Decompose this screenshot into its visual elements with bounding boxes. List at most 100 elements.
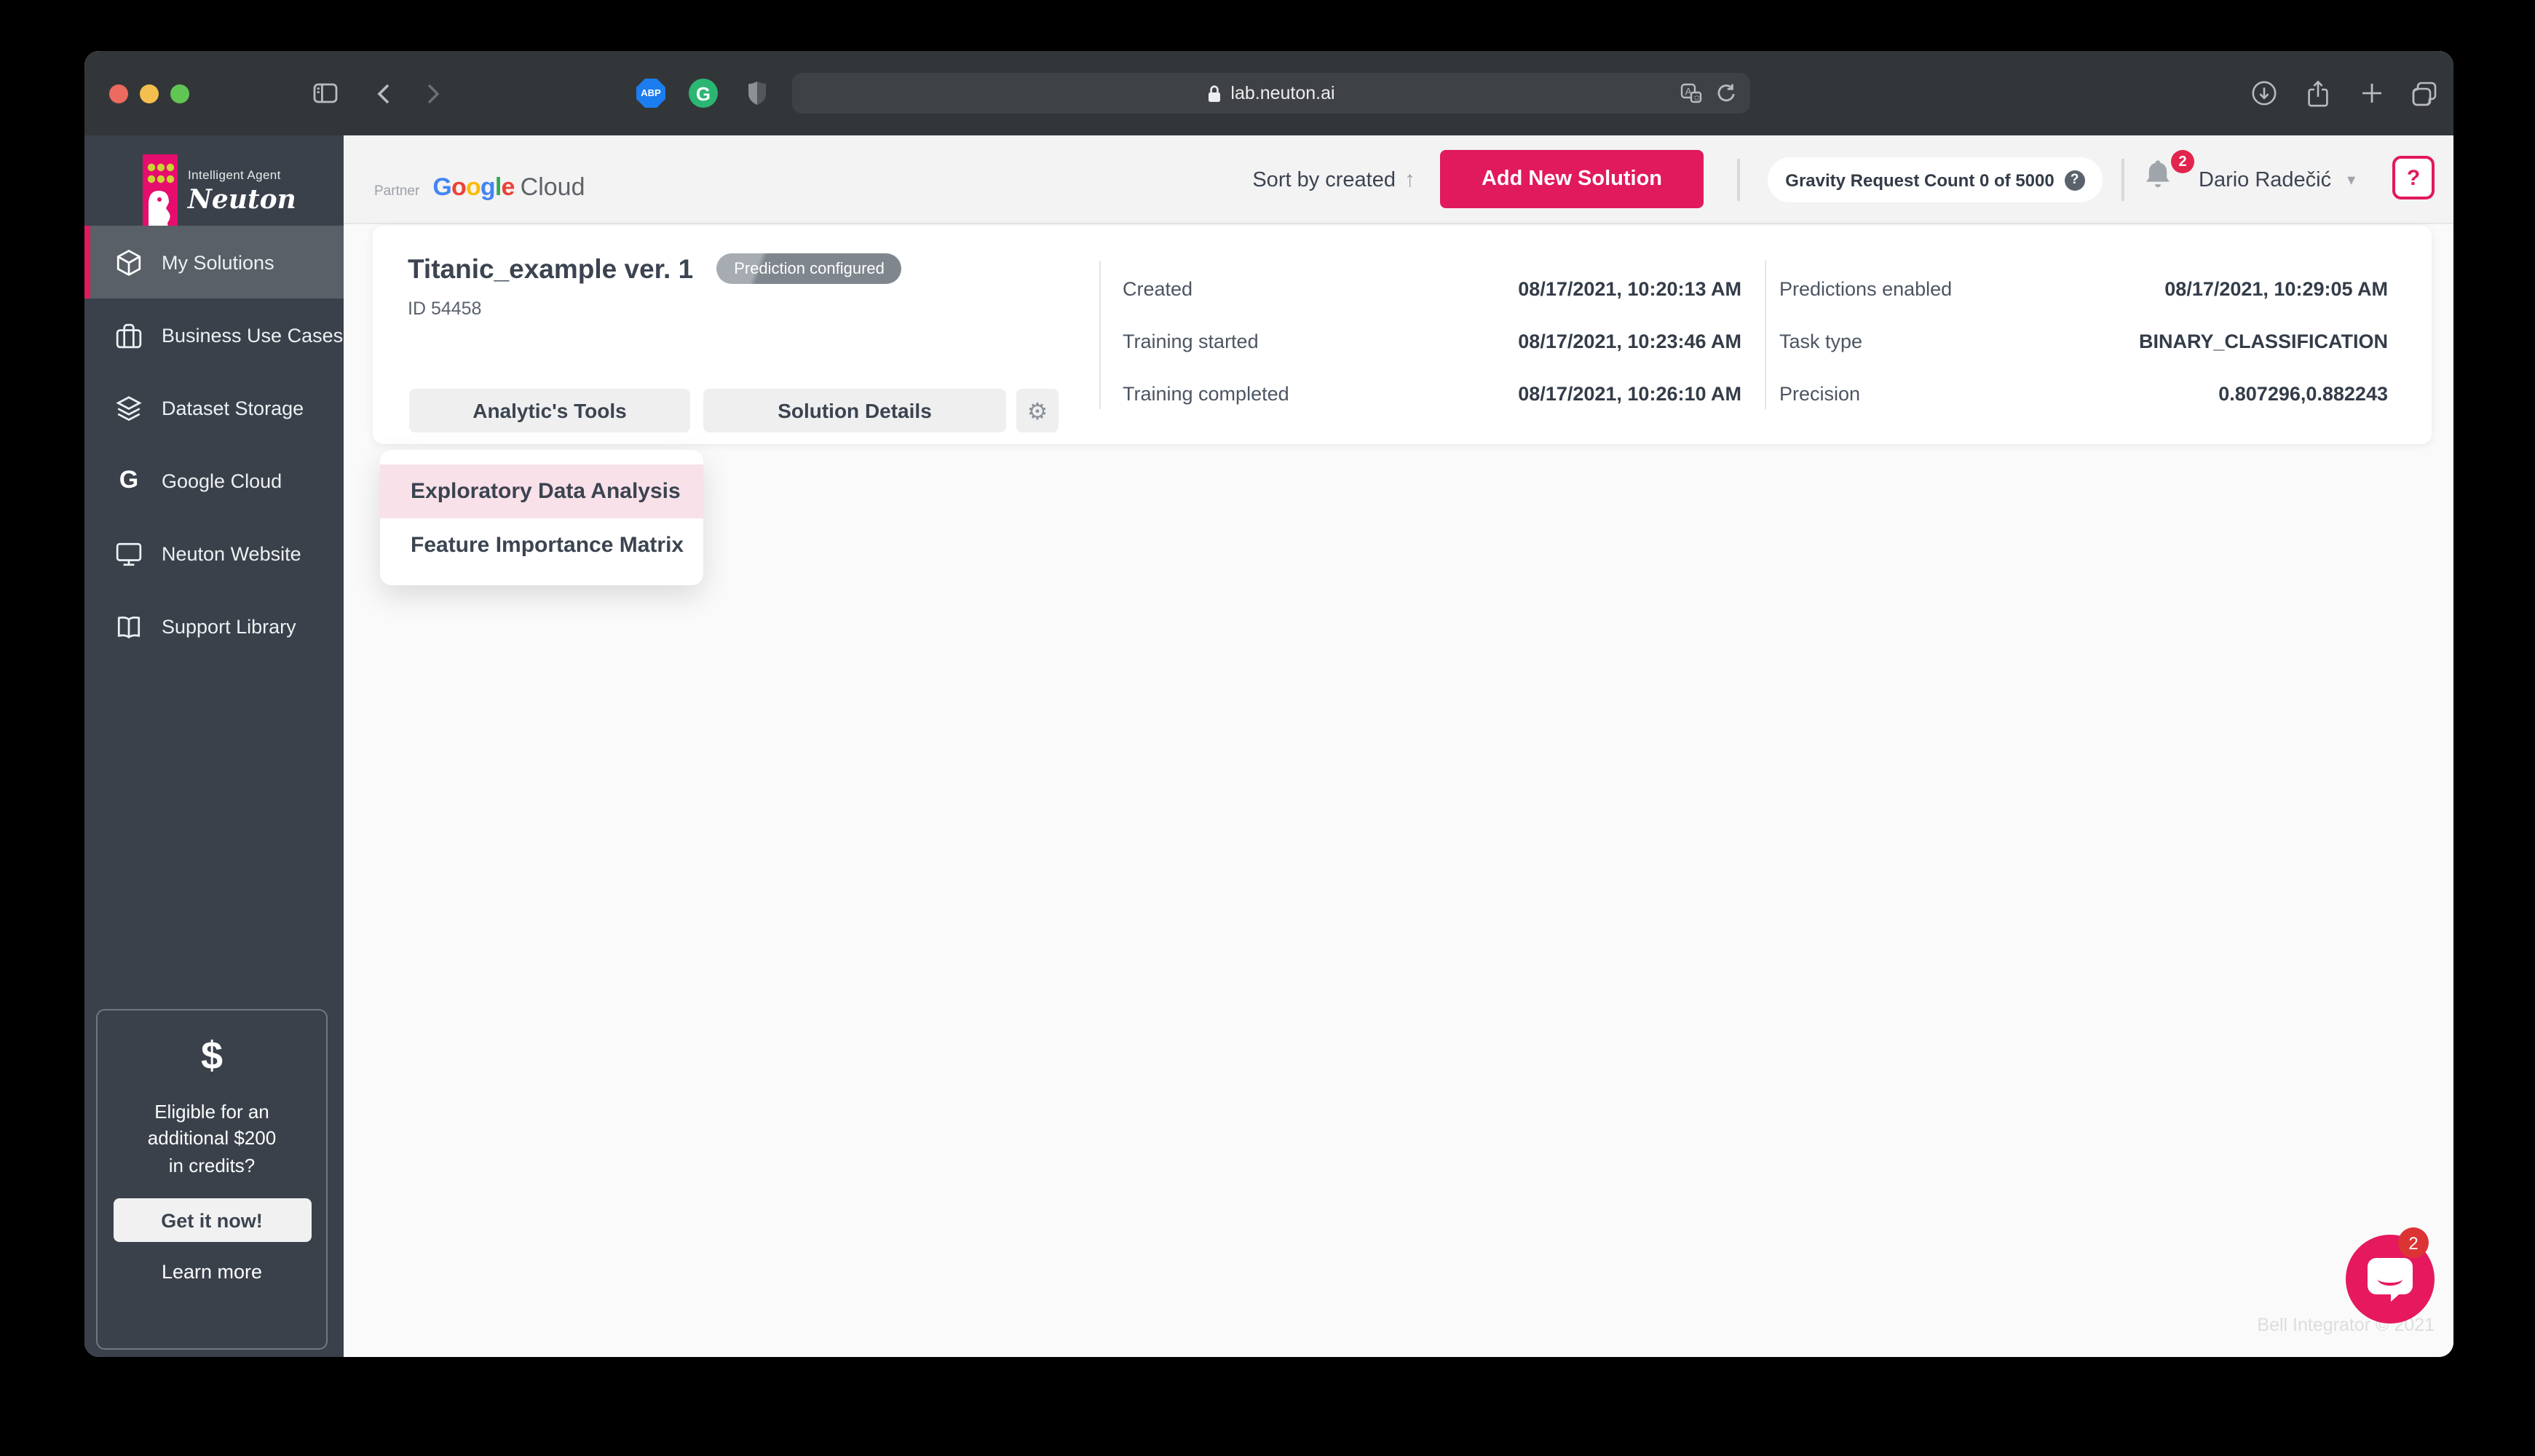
- sidebar-nav: My Solutions Business Use Cases Dataset …: [84, 226, 344, 662]
- menu-item-exploratory-data-analysis[interactable]: Exploratory Data Analysis: [380, 464, 703, 518]
- sidebar-item-label: Google Cloud: [162, 470, 282, 491]
- logo-brand: Neuton: [188, 185, 296, 215]
- address-bar[interactable]: lab.neuton.ai A✩: [792, 73, 1750, 114]
- info-row: Predictions enabled 08/17/2021, 10:29:05…: [1779, 274, 2388, 304]
- chat-smile-icon: [2378, 1273, 2402, 1286]
- card-divider: [1099, 260, 1101, 408]
- sidebar-item-label: Support Library: [162, 615, 296, 637]
- sidebar-item-my-solutions[interactable]: My Solutions: [84, 226, 344, 298]
- lock-icon: [1207, 84, 1222, 103]
- credits-promo-panel: $ Eligible for an additional $200 in cre…: [96, 1009, 328, 1350]
- info-value: 08/17/2021, 10:29:05 AM: [2164, 278, 2388, 300]
- partner-google-cloud-logo: Partner GoogleCloud: [374, 173, 585, 202]
- neuton-logo[interactable]: Intelligent Agent Neuton: [143, 154, 296, 233]
- sidebar-item-label: Neuton Website: [162, 542, 301, 564]
- sort-ascending-icon: ↑: [1404, 167, 1415, 192]
- solution-title: Titanic_example ver. 1: [408, 253, 693, 285]
- gravity-count-label: Gravity Request Count 0 of 5000: [1785, 170, 2054, 190]
- info-row: Created 08/17/2021, 10:20:13 AM: [1123, 274, 1741, 304]
- solution-card: Titanic_example ver. 1 Prediction config…: [373, 225, 2432, 443]
- info-row: Training completed 08/17/2021, 10:26:10 …: [1123, 379, 1741, 408]
- info-label: Precision: [1779, 383, 1860, 405]
- bell-icon: [2142, 157, 2174, 192]
- url-text: lab.neuton.ai: [1230, 83, 1334, 103]
- downloads-icon[interactable]: [2251, 51, 2277, 135]
- info-label: Predictions enabled: [1779, 278, 1952, 300]
- desktop-background: ABP G lab.neuton.ai A✩: [0, 0, 2535, 1456]
- close-window-button[interactable]: [109, 84, 128, 103]
- browser-titlebar: ABP G lab.neuton.ai A✩: [84, 51, 2453, 135]
- info-row: Training started 08/17/2021, 10:23:46 AM: [1123, 327, 1741, 356]
- sidebar: Intelligent Agent Neuton My Solutions: [84, 135, 344, 1357]
- analytics-tools-button[interactable]: Analytic's Tools: [409, 388, 690, 432]
- info-label: Training completed: [1123, 383, 1289, 405]
- header-divider: [1737, 159, 1739, 201]
- neuton-logo-icon: [143, 154, 178, 233]
- info-row: Task type BINARY_CLASSIFICATION: [1779, 327, 2388, 356]
- google-g-icon: G: [115, 467, 143, 494]
- info-label: Created: [1123, 278, 1193, 300]
- sidebar-item-dataset-storage[interactable]: Dataset Storage: [84, 371, 344, 444]
- chat-bubble-tail: [2391, 1290, 2404, 1302]
- add-new-solution-button[interactable]: Add New Solution: [1440, 150, 1704, 208]
- sidebar-item-google-cloud[interactable]: G Google Cloud: [84, 444, 344, 517]
- back-button[interactable]: [371, 51, 395, 135]
- dollar-icon: $: [98, 1034, 326, 1079]
- google-cloud-wordmark: GoogleCloud: [432, 173, 585, 202]
- maximize-window-button[interactable]: [170, 84, 189, 103]
- sort-by-created[interactable]: Sort by created ↑: [1217, 135, 1415, 224]
- analytics-tools-dropdown: Exploratory Data Analysis Feature Import…: [380, 450, 703, 585]
- sidebar-item-label: Business Use Cases: [162, 324, 343, 346]
- chevron-down-icon: ▾: [2347, 170, 2355, 189]
- info-value: 08/17/2021, 10:20:13 AM: [1518, 278, 1741, 300]
- info-row: Precision 0.807296,0.882243: [1779, 379, 2388, 408]
- cube-icon: [115, 248, 143, 276]
- gravity-help-icon[interactable]: ?: [2065, 170, 2085, 190]
- help-button[interactable]: ?: [2392, 156, 2435, 199]
- user-name: Dario Radečić: [2199, 168, 2331, 191]
- menu-item-feature-importance-matrix[interactable]: Feature Importance Matrix: [380, 518, 703, 572]
- solution-id: ID 54458: [408, 298, 481, 318]
- minimize-window-button[interactable]: [139, 84, 158, 103]
- info-label: Task type: [1779, 331, 1862, 352]
- grammarly-label: G: [696, 82, 711, 104]
- chat-unread-badge: 2: [2398, 1227, 2429, 1258]
- info-value: BINARY_CLASSIFICATION: [2139, 331, 2388, 352]
- forward-button[interactable]: [421, 51, 444, 135]
- main-content: Partner GoogleCloud Sort by created ↑ Ad…: [344, 135, 2453, 1357]
- briefcase-icon: [115, 321, 143, 349]
- sidebar-toggle-icon[interactable]: [310, 51, 339, 135]
- promo-text: Eligible for an additional $200 in credi…: [98, 1099, 326, 1180]
- info-value: 0.807296,0.882243: [2218, 383, 2388, 405]
- partner-label: Partner: [374, 183, 419, 199]
- layers-icon: [115, 394, 143, 422]
- adblock-label: ABP: [641, 88, 660, 98]
- sidebar-item-support-library[interactable]: Support Library: [84, 590, 344, 662]
- adblock-extension-icon[interactable]: ABP: [636, 79, 665, 108]
- share-icon[interactable]: [2305, 51, 2331, 135]
- notifications-button[interactable]: 2: [2142, 157, 2188, 204]
- sort-label: Sort by created: [1252, 168, 1396, 191]
- settings-gear-button[interactable]: ⚙: [1016, 388, 1059, 432]
- learn-more-link[interactable]: Learn more: [162, 1262, 262, 1283]
- solution-details-button[interactable]: Solution Details: [703, 388, 1006, 432]
- user-menu[interactable]: Dario Radečić ▾: [2199, 135, 2355, 224]
- sidebar-item-business-use-cases[interactable]: Business Use Cases: [84, 298, 344, 371]
- info-label: Training started: [1123, 331, 1259, 352]
- tab-overview-icon[interactable]: [2410, 51, 2439, 135]
- reload-icon[interactable]: [1717, 83, 1736, 103]
- svg-text:✩: ✩: [1693, 94, 1700, 103]
- new-tab-icon[interactable]: [2359, 51, 2385, 135]
- sidebar-item-neuton-website[interactable]: Neuton Website: [84, 517, 344, 590]
- info-value: 08/17/2021, 10:26:10 AM: [1518, 383, 1741, 405]
- shield-extension-icon[interactable]: [743, 79, 772, 108]
- : [288, 51, 312, 135]
- sidebar-item-label: My Solutions: [162, 251, 274, 273]
- logo-tagline: Intelligent Agent: [188, 167, 296, 182]
- get-it-now-button[interactable]: Get it now!: [113, 1199, 311, 1243]
- translate-icon[interactable]: A✩: [1680, 83, 1702, 103]
- card-divider: [1765, 260, 1766, 408]
- grammarly-extension-icon[interactable]: G: [689, 79, 718, 108]
- info-value: 08/17/2021, 10:23:46 AM: [1518, 331, 1741, 352]
- sidebar-item-label: Dataset Storage: [162, 397, 304, 419]
